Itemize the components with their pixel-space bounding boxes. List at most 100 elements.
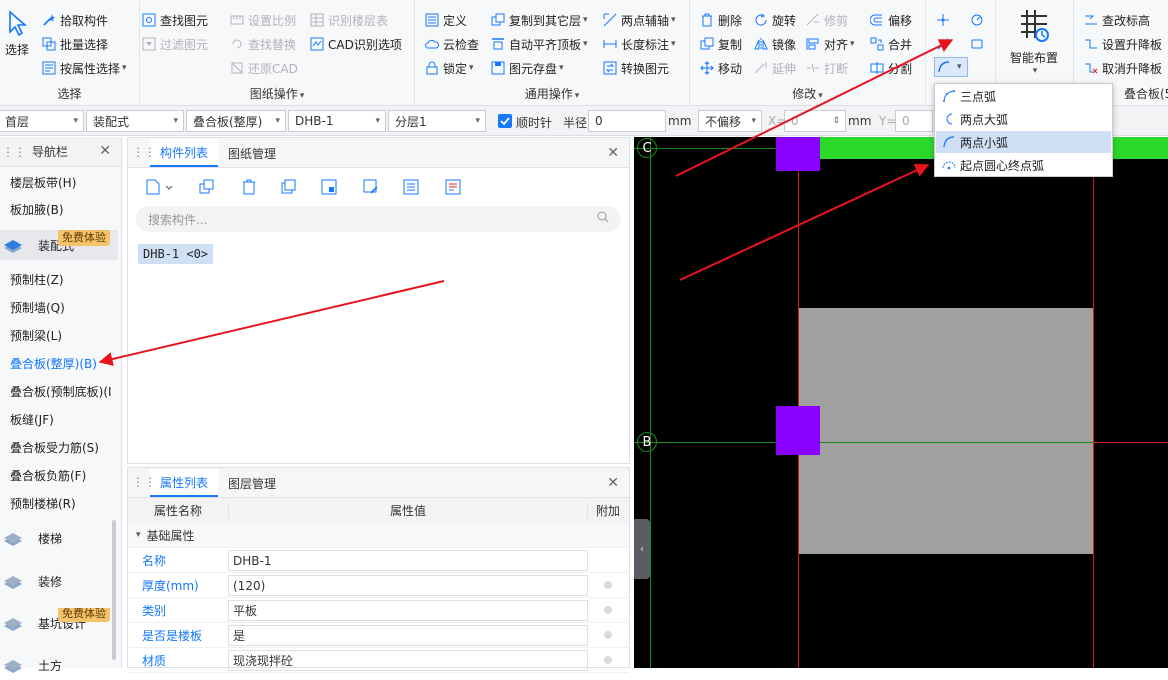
clockwise-checkbox[interactable] — [498, 114, 512, 128]
nav-item[interactable]: 叠合板受力筋(S) — [0, 433, 118, 461]
drag-handle-icon[interactable]: ⋮⋮ — [2, 145, 26, 159]
pick-component-button[interactable]: 拾取构件 — [42, 10, 108, 30]
category-select[interactable]: 叠合板(整厚) ▾ — [186, 110, 286, 132]
attr-extra-checkbox[interactable] — [588, 578, 628, 592]
smart-layout-button[interactable]: 智能布置 ▾ — [1002, 8, 1066, 76]
y-input[interactable]: 0 — [895, 110, 933, 132]
menu-item-two-point-large-arc[interactable]: 两点大弧 — [936, 108, 1111, 130]
tab-attr-list[interactable]: 属性列表 — [150, 469, 219, 497]
align-button[interactable]: 对齐 ▾ — [806, 34, 855, 54]
set-ratio-button[interactable]: 设置比例 — [230, 10, 296, 30]
radius-input[interactable]: 0 — [588, 110, 666, 132]
line-draw-button[interactable] — [936, 34, 954, 54]
attr-extra-checkbox[interactable] — [588, 628, 628, 642]
close-icon[interactable]: ✕ — [607, 145, 619, 161]
filter-element-button[interactable]: 过滤图元 — [142, 34, 208, 54]
convert-element-button[interactable]: 转换图元 — [603, 58, 669, 78]
move-button[interactable]: 移动 — [700, 58, 742, 78]
delete-component-button[interactable] — [238, 176, 260, 198]
type-select[interactable]: 装配式 ▾ — [86, 110, 184, 132]
search-input[interactable]: 搜索构件... — [136, 206, 621, 232]
batch-select-button[interactable]: 批量选择 — [42, 34, 108, 54]
tab-drawing-manage[interactable]: 图纸管理 — [218, 139, 286, 167]
search-icon[interactable] — [597, 211, 609, 226]
nav-group-stairs[interactable]: 楼梯 — [0, 523, 118, 553]
nav-item[interactable]: 叠合板(整厚)(B) — [0, 349, 118, 377]
menu-item-start-center-end-arc[interactable]: 起点圆心终点弧 — [936, 154, 1111, 176]
purple-column-top[interactable] — [776, 137, 820, 171]
trim-button[interactable]: 修剪 — [806, 10, 848, 30]
copy-to-layer-button[interactable]: 复制到其它层 ▾ — [491, 10, 588, 30]
purple-column-mid[interactable] — [776, 406, 820, 455]
close-icon[interactable]: ✕ — [607, 475, 619, 491]
find-element-button[interactable]: 查找图元 — [142, 10, 208, 30]
check-elevation-button[interactable]: 查改标高 — [1084, 10, 1150, 30]
attr-value-field[interactable]: 现浇现拌砼 — [228, 649, 588, 671]
nav-item[interactable]: 板缝(JF) — [0, 405, 118, 433]
attr-value-field[interactable]: DHB-1 — [228, 549, 588, 571]
floor-select[interactable]: 首层 ▾ — [0, 110, 84, 132]
attr-extra-checkbox[interactable] — [588, 653, 628, 667]
define-button[interactable]: 定义 — [425, 10, 467, 30]
nav-item[interactable]: 叠合板(预制底板)(I — [0, 377, 118, 405]
attr-value-field[interactable]: 是 — [228, 624, 588, 646]
menu-item-two-point-small-arc[interactable]: 两点小弧 — [936, 131, 1111, 153]
nav-group-foundation-pit[interactable]: 基坑设计 免费体验 — [0, 608, 118, 638]
attr-value-field[interactable]: (120) — [228, 574, 588, 596]
drag-handle-icon[interactable]: ⋮⋮ — [132, 475, 156, 489]
length-mark-button[interactable]: 长度标注 ▾ — [603, 34, 676, 54]
property-view-button[interactable] — [442, 176, 464, 198]
nav-group-assembly[interactable]: 装配式 免费体验 — [0, 230, 118, 260]
collapse-icon[interactable]: ▾ — [136, 530, 141, 540]
attr-value-field[interactable]: 平板 — [228, 599, 588, 621]
offset-button[interactable]: 偏移 — [870, 10, 912, 30]
nav-item[interactable]: 预制柱(Z) — [0, 265, 118, 293]
lock-button[interactable]: 锁定 ▾ — [425, 58, 474, 78]
attr-section-row[interactable]: ▾ 基础属性 — [128, 523, 629, 548]
close-icon[interactable]: ✕ — [99, 143, 111, 159]
copy-button[interactable]: 复制 — [700, 34, 742, 54]
cloud-check-button[interactable]: 云检查 — [425, 34, 479, 54]
merge-button[interactable]: 合并 — [870, 34, 912, 54]
rect-draw-button[interactable] — [970, 34, 988, 54]
list-view-button[interactable] — [400, 176, 422, 198]
mirror-button[interactable]: 镜像 — [754, 34, 796, 54]
drag-handle-icon[interactable]: ⋮⋮ — [132, 145, 156, 159]
nav-item[interactable]: 板加腋(B) — [0, 195, 118, 223]
new-component-button[interactable] — [142, 176, 176, 198]
x-input[interactable]: 0 ⇕ — [784, 110, 846, 132]
tab-layer-manage[interactable]: 图层管理 — [218, 469, 286, 497]
select-by-attr-button[interactable]: 按属性选择 ▾ — [42, 58, 127, 78]
rotate-button[interactable]: 旋转 — [754, 10, 796, 30]
select-button[interactable]: 选择 — [2, 10, 32, 58]
component-item[interactable]: DHB-1 <0> — [138, 244, 214, 264]
collapse-handle[interactable]: ‹ — [634, 519, 650, 579]
layer-select[interactable]: 分层1 ▾ — [388, 110, 486, 132]
attr-extra-checkbox[interactable] — [588, 603, 628, 617]
nav-group-earthwork[interactable]: 土方 — [0, 650, 118, 680]
restore-cad-button[interactable]: 还原CAD — [230, 58, 298, 78]
cancel-lift-slab-button[interactable]: 取消升降板 — [1084, 58, 1162, 78]
tab-component-list[interactable]: 构件列表 — [150, 139, 219, 167]
set-lift-slab-button[interactable]: 设置升降板 — [1084, 34, 1162, 54]
nav-item[interactable]: 预制楼梯(R) — [0, 489, 118, 517]
slab-gray-area[interactable] — [798, 308, 1094, 554]
nav-item[interactable]: 预制梁(L) — [0, 321, 118, 349]
copy-component-button[interactable] — [196, 176, 218, 198]
nav-item[interactable]: 预制墙(Q) — [0, 293, 118, 321]
break-button[interactable]: 打断 — [806, 58, 848, 78]
point-draw-button[interactable] — [936, 10, 954, 30]
split-button[interactable]: 分割 — [870, 58, 912, 78]
arc-draw-button[interactable]: ▾ — [934, 57, 968, 77]
import-component-button[interactable] — [318, 176, 340, 198]
component-name-select[interactable]: DHB-1 ▾ — [288, 110, 386, 132]
auto-align-button[interactable]: 自动平齐顶板 ▾ — [491, 34, 588, 54]
circle-draw-button[interactable] — [970, 10, 988, 30]
nav-item[interactable]: 楼层板带(H) — [0, 168, 118, 196]
layer-copy-button[interactable] — [278, 176, 300, 198]
menu-item-three-point-arc[interactable]: 三点弧 — [936, 85, 1111, 107]
edit-component-button[interactable] — [360, 176, 382, 198]
identify-floor-table-button[interactable]: 识别楼层表 — [310, 10, 388, 30]
save-element-button[interactable]: 图元存盘 ▾ — [491, 58, 564, 78]
extend-button[interactable]: 延伸 — [754, 58, 796, 78]
